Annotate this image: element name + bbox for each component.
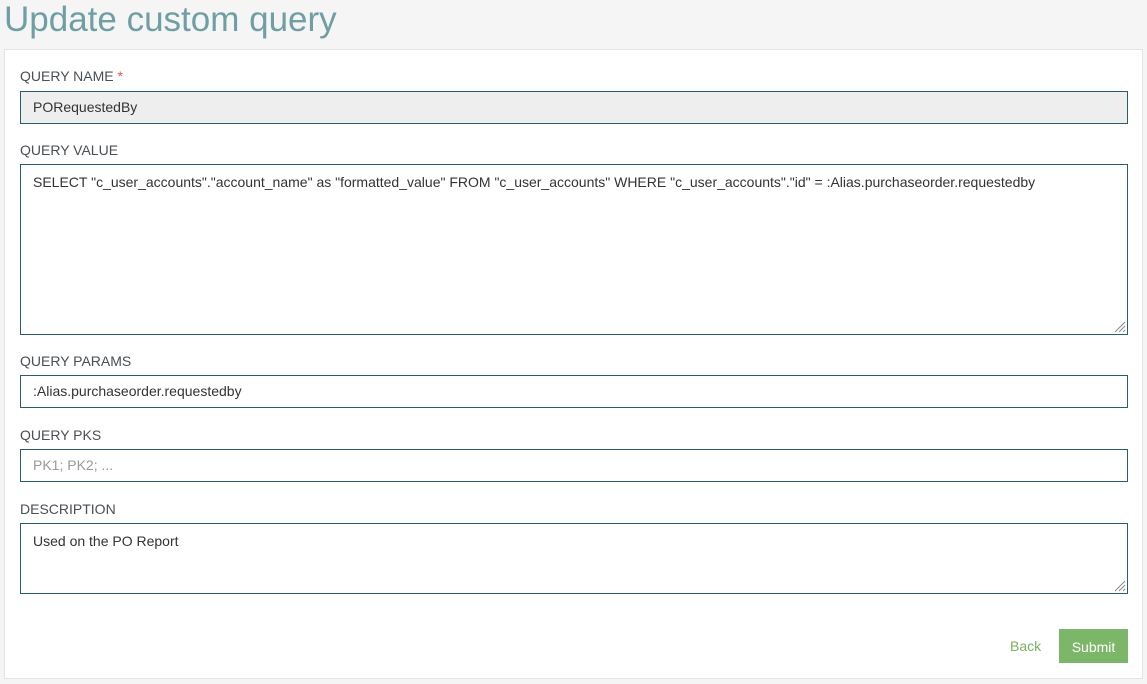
query-pks-field[interactable]: PK1; PK2; ... xyxy=(20,449,1128,482)
query-name-label: QUERY NAME * xyxy=(20,68,123,84)
query-params-label: QUERY PARAMS xyxy=(20,353,132,369)
description-text: Used on the PO Report xyxy=(33,533,179,549)
submit-button[interactable]: Submit xyxy=(1059,629,1128,663)
back-link[interactable]: Back xyxy=(1010,638,1041,654)
page-title: Update custom query xyxy=(4,0,337,39)
query-value-textarea[interactable]: SELECT "c_user_accounts"."account_name" … xyxy=(20,164,1128,335)
description-textarea[interactable]: Used on the PO Report xyxy=(20,523,1128,594)
query-params-value: :Alias.purchaseorder.requestedby xyxy=(33,383,242,399)
resize-grip-icon[interactable] xyxy=(1112,319,1126,333)
query-name-field[interactable]: PORequestedBy xyxy=(20,91,1128,124)
query-pks-label: QUERY PKS xyxy=(20,427,102,443)
resize-grip-icon[interactable] xyxy=(1112,578,1126,592)
query-form-panel: QUERY NAME * PORequestedBy QUERY VALUE S… xyxy=(4,49,1143,679)
query-name-label-text: QUERY NAME xyxy=(20,68,114,84)
query-value-label: QUERY VALUE xyxy=(20,142,119,158)
query-name-value: PORequestedBy xyxy=(33,99,138,115)
query-params-field[interactable]: :Alias.purchaseorder.requestedby xyxy=(20,375,1128,408)
query-pks-placeholder: PK1; PK2; ... xyxy=(33,457,114,473)
required-mark: * xyxy=(117,68,123,84)
query-value-text: SELECT "c_user_accounts"."account_name" … xyxy=(33,174,1036,190)
description-label: DESCRIPTION xyxy=(20,501,116,517)
